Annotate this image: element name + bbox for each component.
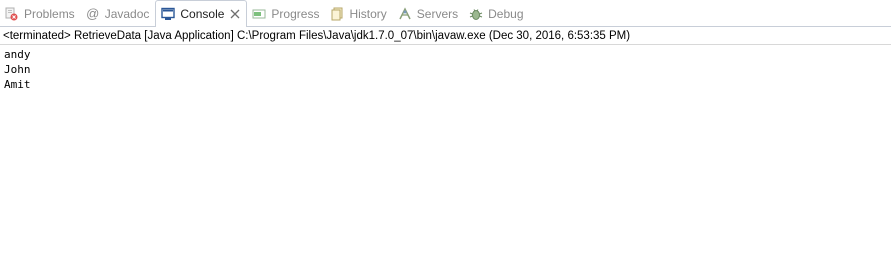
console-output-line: John xyxy=(4,63,31,76)
servers-icon xyxy=(397,6,413,22)
tab-progress[interactable]: Progress xyxy=(247,0,325,27)
tab-servers-label: Servers xyxy=(416,6,459,21)
tab-problems-label: Problems xyxy=(24,6,75,21)
console-icon xyxy=(160,6,176,22)
tab-debug[interactable]: Debug xyxy=(464,0,529,27)
tab-javadoc[interactable]: @ Javadoc xyxy=(81,0,156,27)
tab-history[interactable]: History xyxy=(325,0,392,27)
tab-history-label: History xyxy=(349,6,387,21)
problems-icon xyxy=(4,6,20,22)
view-tab-bar: Problems @ Javadoc Console Progress Hist… xyxy=(0,0,891,27)
progress-icon xyxy=(251,6,267,22)
tab-servers[interactable]: Servers xyxy=(393,0,464,27)
console-output-area[interactable]: andy John Amit xyxy=(0,45,891,92)
tab-bar-divider xyxy=(0,26,891,27)
tab-console[interactable]: Console xyxy=(155,0,248,27)
console-output-line: Amit xyxy=(4,78,31,91)
tab-console-label: Console xyxy=(180,7,225,21)
close-icon[interactable] xyxy=(230,9,240,19)
tab-javadoc-label: Javadoc xyxy=(104,6,150,21)
tab-problems[interactable]: Problems xyxy=(0,0,81,27)
console-launch-info: <terminated> RetrieveData [Java Applicat… xyxy=(0,27,891,45)
console-output-line: andy xyxy=(4,48,31,61)
history-icon xyxy=(329,6,345,22)
tab-debug-label: Debug xyxy=(488,6,524,21)
debug-icon xyxy=(468,6,484,22)
tab-progress-label: Progress xyxy=(271,6,320,21)
javadoc-at-icon: @ xyxy=(86,6,100,21)
